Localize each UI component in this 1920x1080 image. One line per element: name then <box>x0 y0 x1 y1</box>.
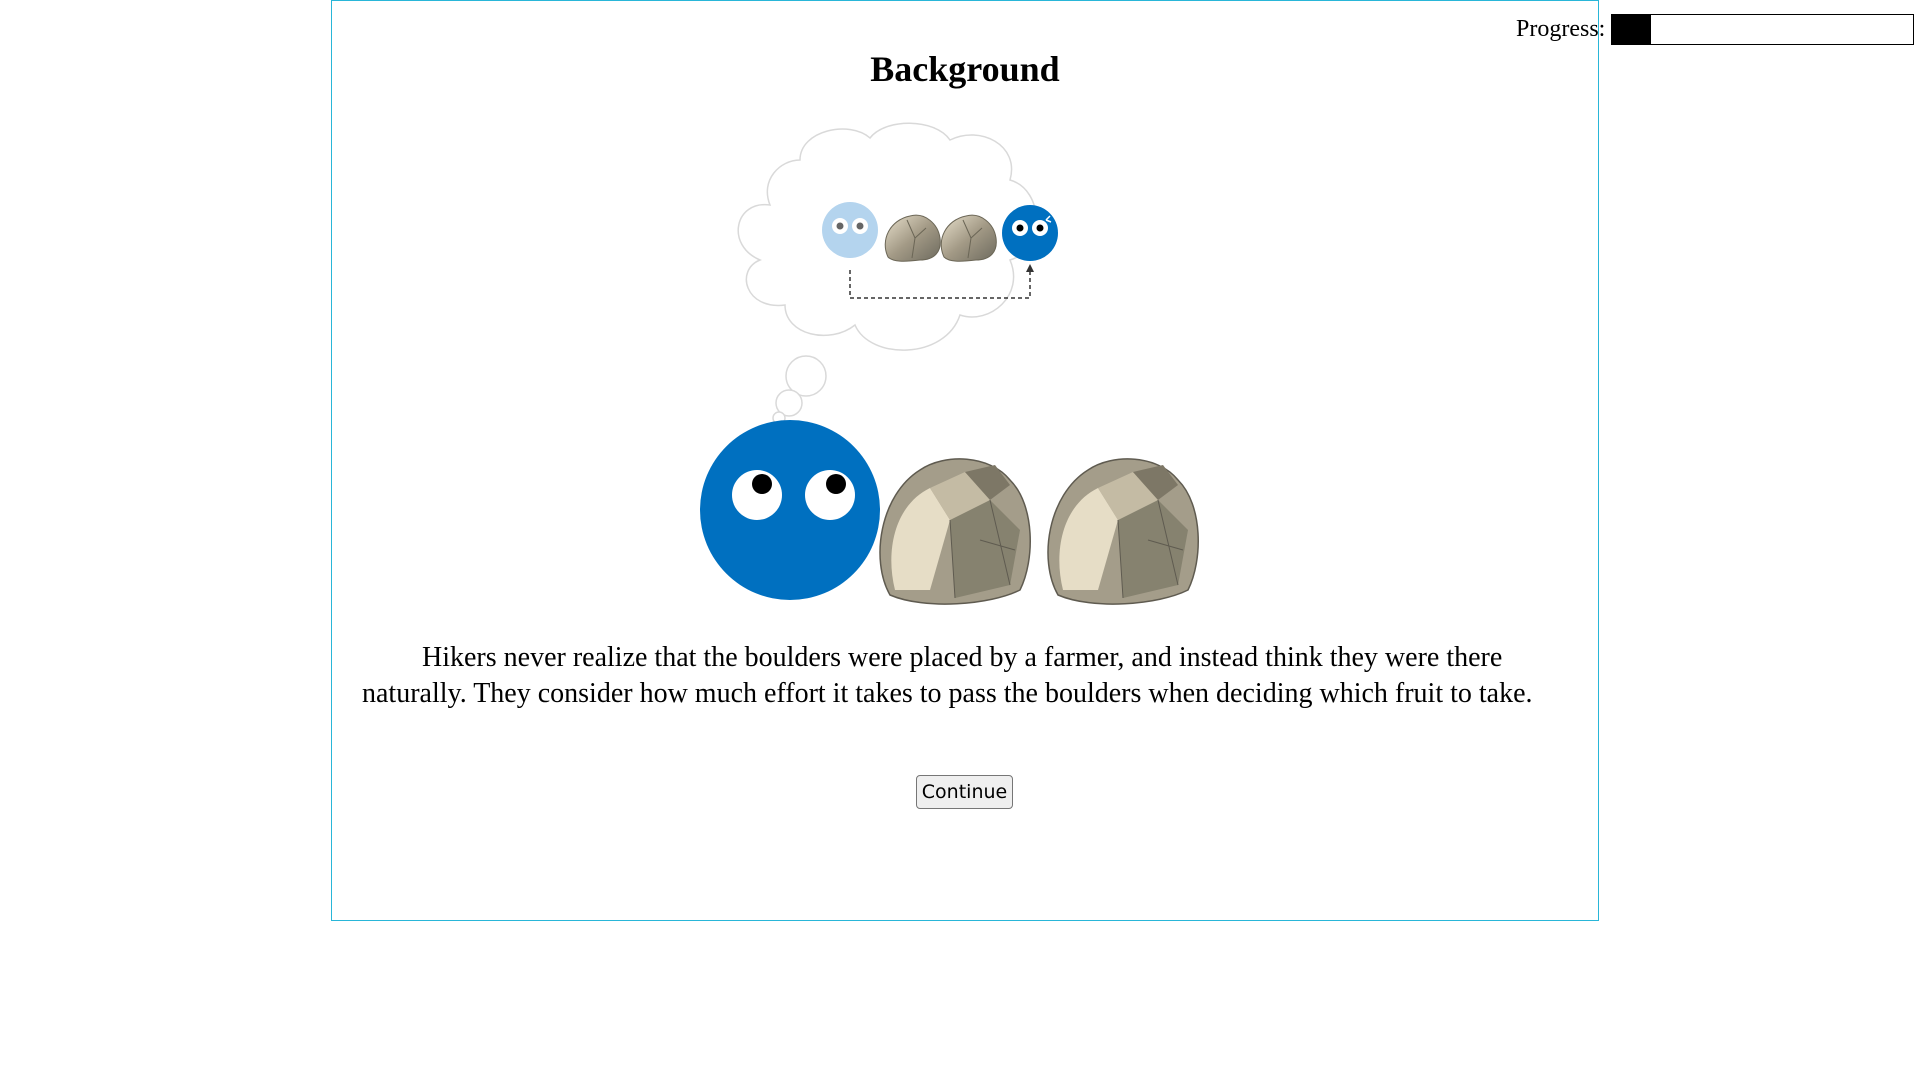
hiker-icon <box>700 420 880 600</box>
background-illustration <box>700 122 1199 605</box>
progress-indicator: Progress: <box>1516 14 1915 45</box>
progress-fill <box>1612 15 1652 44</box>
thought-hiker-light-icon <box>822 202 878 258</box>
arrow-head-icon <box>1026 264 1034 272</box>
background-description: Hikers never realize that the boulders w… <box>362 642 1533 709</box>
boulder-icon <box>1047 458 1199 605</box>
thought-hiker-dark-icon <box>1002 205 1058 261</box>
page-title: Background <box>870 49 1060 89</box>
progress-label: Progress: <box>1516 16 1606 42</box>
thought-bubble-icon <box>737 122 1037 425</box>
boulder-icon <box>879 458 1031 605</box>
progress-bar <box>1611 14 1915 45</box>
continue-button[interactable]: Continue <box>916 775 1013 809</box>
